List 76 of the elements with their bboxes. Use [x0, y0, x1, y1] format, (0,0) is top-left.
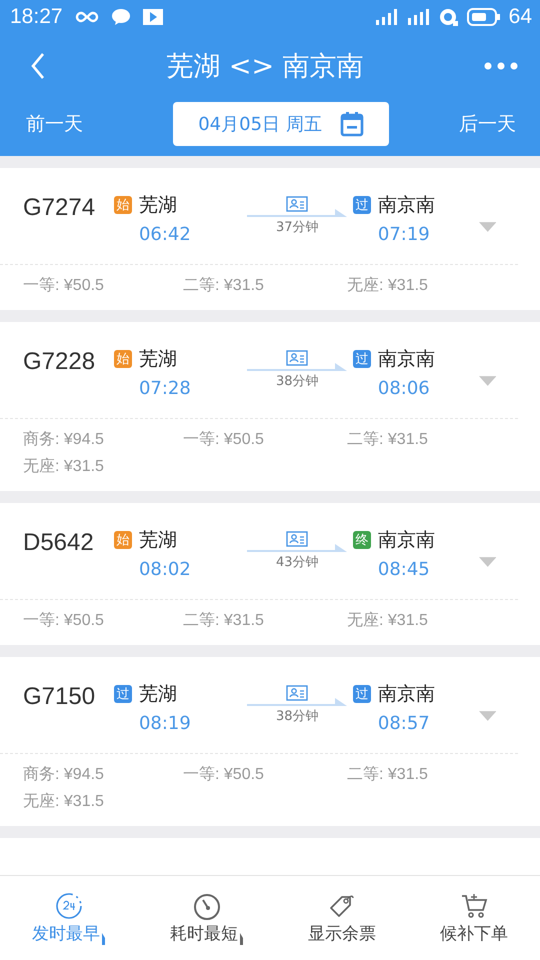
caret-icon	[478, 557, 496, 567]
more-icon	[484, 62, 518, 70]
station-badge: 过	[352, 196, 371, 214]
id-card-icon	[286, 685, 308, 701]
departure-time: 06:42	[138, 224, 192, 245]
sort-tab[interactable]: 候补下单	[440, 892, 508, 944]
calendar-icon	[340, 111, 364, 137]
battery-icon	[466, 8, 501, 26]
seat-price: 一等: ¥50.5	[23, 611, 105, 631]
train-card[interactable]: D5642 始 芜湖 08:02 43分钟 终 南京南 08:45 一等: ¥50.5 二等: ¥31.5 无座: ¥31.5	[0, 503, 540, 645]
departure-time: 08:19	[138, 713, 192, 734]
arrival-time: 07:19	[378, 224, 431, 245]
train-number: D5642	[23, 529, 95, 557]
departure-time: 08:02	[138, 559, 192, 580]
trip-duration: 43分钟	[276, 554, 319, 571]
station-badge: 始	[114, 531, 132, 549]
station-name: 南京南	[378, 193, 435, 218]
train-number: G7274	[23, 194, 96, 222]
id-card-icon	[286, 350, 308, 366]
signal-icon	[374, 9, 399, 25]
station-name: 芜湖	[138, 193, 177, 218]
infinity-icon	[74, 10, 99, 24]
train-number: G7228	[23, 348, 96, 376]
train-number: G7150	[23, 683, 96, 711]
seat-price: 无座: ¥31.5	[23, 792, 105, 812]
play-icon	[142, 9, 163, 25]
seat-price: 一等: ¥50.5	[183, 430, 265, 450]
trip-duration: 38分钟	[276, 373, 319, 390]
trip-duration: 37分钟	[276, 219, 319, 236]
id-card-icon	[286, 196, 308, 212]
battery-level: 64	[508, 5, 532, 29]
station-badge: 过	[352, 685, 371, 703]
caret-icon	[478, 376, 496, 386]
arrival-time: 08:45	[378, 559, 431, 580]
status-time: 18:27	[10, 5, 63, 29]
station-badge: 过	[114, 685, 132, 703]
seat-price: 商务: ¥94.5	[23, 430, 105, 450]
seat-price: 无座: ¥31.5	[23, 456, 105, 477]
seat-price: 一等: ¥50.5	[183, 765, 265, 785]
train-card[interactable]: G7150 过 芜湖 08:19 38分钟 过 南京南 08:57 商务: ¥94.5 一等: ¥50.5 二等: ¥31.5 无座: ¥31.5	[0, 657, 540, 826]
back-icon	[30, 52, 46, 80]
clock-icon	[55, 892, 83, 920]
station-badge: 过	[352, 350, 371, 368]
seat-price: 二等: ¥31.5	[347, 765, 429, 785]
chat-icon	[110, 8, 131, 26]
signal-icon	[406, 9, 431, 25]
trip-duration: 38分钟	[276, 708, 319, 725]
cart-icon	[460, 892, 488, 920]
station-name: 南京南	[378, 347, 435, 372]
seat-price: 无座: ¥31.5	[347, 276, 429, 296]
sort-tab[interactable]: 耗时最短	[170, 892, 244, 944]
train-card[interactable]: G7228 始 芜湖 07:28 38分钟 过 南京南 08:06 商务: ¥94.5 一等: ¥50.5 二等: ¥31.5 无座: ¥31.5	[0, 322, 540, 491]
seat-price: 二等: ¥31.5	[183, 276, 265, 296]
seat-price: 二等: ¥31.5	[183, 611, 265, 631]
caret-icon	[478, 222, 496, 232]
departure-time: 07:28	[138, 378, 192, 399]
station-name: 芜湖	[138, 682, 177, 707]
train-card[interactable]: G7274 始 芜湖 06:42 37分钟 过 南京南 07:19 一等: ¥50.5 二等: ¥31.5 无座: ¥31.5	[0, 168, 540, 310]
seat-price: 无座: ¥31.5	[347, 610, 429, 631]
station-name: 芜湖	[138, 528, 177, 553]
seat-price: 商务: ¥94.5	[23, 764, 105, 785]
station-name: 芜湖	[138, 347, 177, 372]
station-badge: 终	[352, 531, 371, 549]
sort-tab[interactable]: 显示余票	[308, 892, 376, 944]
id-card-icon	[286, 531, 308, 547]
stopwatch-icon	[193, 892, 221, 920]
seat-price: 一等: ¥50.5	[23, 276, 105, 296]
arrival-time: 08:57	[378, 713, 431, 734]
seat-price: 二等: ¥31.5	[347, 430, 429, 450]
station-badge: 始	[114, 350, 132, 368]
route-title: 芜湖 <> 南京南	[166, 50, 364, 84]
station-badge: 始	[114, 196, 132, 214]
caret-icon	[478, 711, 496, 721]
arrival-time: 08:06	[378, 378, 431, 399]
station-name: 南京南	[378, 682, 435, 707]
station-name: 南京南	[378, 528, 435, 553]
